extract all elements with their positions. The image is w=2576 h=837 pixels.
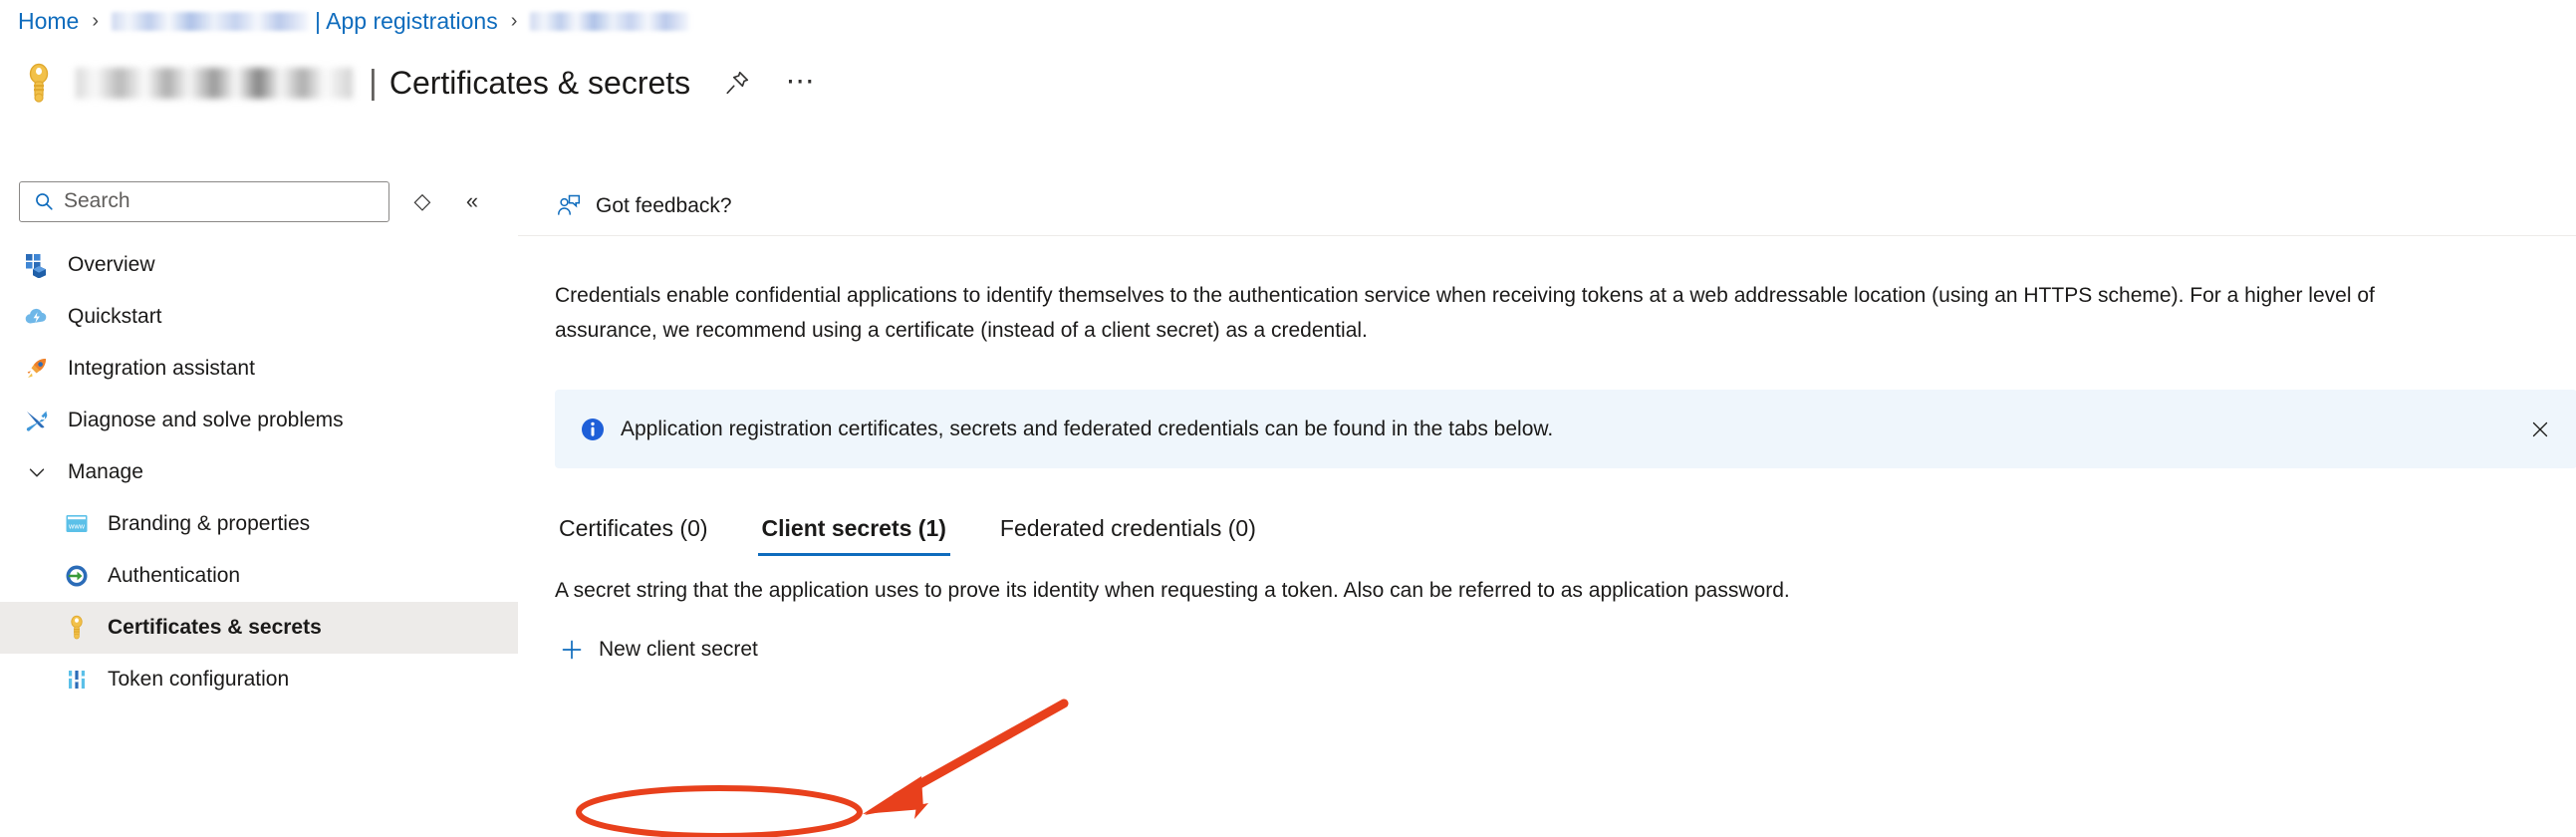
sidebar-item-authentication[interactable]: Authentication: [0, 550, 518, 602]
breadcrumb-app-registrations-link[interactable]: | App registrations: [315, 8, 498, 35]
tab-federated-credentials[interactable]: Federated credentials (0): [996, 515, 1260, 556]
breadcrumb-redacted-app[interactable]: [530, 11, 690, 31]
authentication-arrow-icon: [62, 561, 92, 591]
got-feedback-button[interactable]: Got feedback?: [555, 192, 732, 220]
sidebar-item-label: Diagnose and solve problems: [68, 409, 344, 431]
ellipsis-glyph: ⋯: [785, 66, 817, 99]
sidebar-item-quickstart[interactable]: Quickstart: [0, 291, 518, 343]
page-title: Certificates & secrets: [388, 64, 691, 101]
sidebar-item-overview[interactable]: Overview: [0, 239, 518, 291]
breadcrumb: Home › | App registrations ›: [18, 6, 690, 36]
search-input[interactable]: [64, 189, 363, 213]
breadcrumb-separator-1: ›: [92, 9, 100, 32]
breadcrumb-redacted-tenant[interactable]: [112, 11, 310, 31]
sidebar-item-label: Authentication: [108, 564, 241, 587]
info-banner-text: Application registration certificates, s…: [621, 417, 1554, 440]
sidebar-item-label: Integration assistant: [68, 357, 255, 380]
content-body: Credentials enable confidential applicat…: [518, 236, 2576, 670]
sidebar-item-branding-and-properties[interactable]: www Branding & properties: [0, 498, 518, 550]
svg-text:www: www: [68, 522, 86, 531]
breadcrumb-home-link[interactable]: Home: [18, 8, 79, 35]
key-icon: [16, 60, 62, 106]
sidebar: ◇ « Overview: [0, 177, 518, 837]
main-content: Got feedback? Credentials enable confide…: [518, 177, 2576, 837]
wrench-screwdriver-icon: [22, 406, 52, 435]
quickstart-cloud-icon: [22, 302, 52, 332]
feedback-person-icon: [555, 192, 583, 220]
chevron-down-icon: [22, 457, 52, 487]
sidebar-item-label: Certificates & secrets: [108, 616, 322, 639]
sidebar-item-label: Branding & properties: [108, 512, 311, 535]
sidebar-item-label: Quickstart: [68, 305, 162, 328]
pin-icon[interactable]: [720, 66, 754, 100]
sidebar-item-token-configuration[interactable]: Token configuration: [0, 654, 518, 705]
credential-tabs: Certificates (0) Client secrets (1) Fede…: [555, 508, 2576, 556]
got-feedback-label: Got feedback?: [596, 194, 732, 217]
command-bar: Got feedback?: [518, 177, 2576, 236]
sidebar-item-certificates-and-secrets[interactable]: Certificates & secrets: [0, 602, 518, 654]
tab-certificates[interactable]: Certificates (0): [555, 515, 712, 556]
info-banner: Application registration certificates, s…: [555, 390, 2576, 468]
page-title-pipe: |: [369, 64, 378, 102]
sidebar-item-label: Token configuration: [108, 668, 290, 691]
plus-icon: [559, 637, 585, 663]
credentials-description: Credentials enable confidential applicat…: [555, 284, 2375, 342]
page-header: | Certificates & secrets ⋯: [16, 52, 818, 114]
client-secrets-description: A secret string that the application use…: [555, 579, 1790, 602]
rocket-icon: [22, 354, 52, 384]
page-header-redacted-app-name: [76, 67, 353, 99]
sidebar-item-integration-assistant[interactable]: Integration assistant: [0, 343, 518, 395]
sidebar-nav-list: Overview Quickstart Integration assistan…: [0, 239, 518, 705]
collapse-sidebar-icon[interactable]: «: [455, 184, 489, 218]
new-client-secret-button[interactable]: New client secret: [555, 630, 762, 670]
more-actions-icon[interactable]: ⋯: [784, 66, 818, 100]
sidebar-search-row: ◇ «: [0, 177, 518, 225]
close-icon[interactable]: [2525, 415, 2555, 444]
token-bars-icon: [62, 665, 92, 695]
sidebar-group-label: Manage: [68, 460, 143, 483]
branding-www-icon: www: [62, 509, 92, 539]
breadcrumb-separator-2: ›: [510, 9, 518, 32]
search-icon: [32, 189, 56, 213]
overview-icon: [22, 250, 52, 280]
new-client-secret-label: New client secret: [599, 638, 758, 661]
sidebar-group-manage[interactable]: Manage: [0, 446, 518, 498]
keyboard-shortcut-icon[interactable]: ◇: [405, 184, 439, 218]
sidebar-item-label: Overview: [68, 253, 155, 276]
key-icon: [62, 613, 92, 643]
tab-client-secrets[interactable]: Client secrets (1): [757, 515, 950, 556]
sidebar-item-diagnose-and-solve-problems[interactable]: Diagnose and solve problems: [0, 395, 518, 446]
info-icon: [579, 416, 607, 443]
search-box[interactable]: [19, 180, 389, 222]
